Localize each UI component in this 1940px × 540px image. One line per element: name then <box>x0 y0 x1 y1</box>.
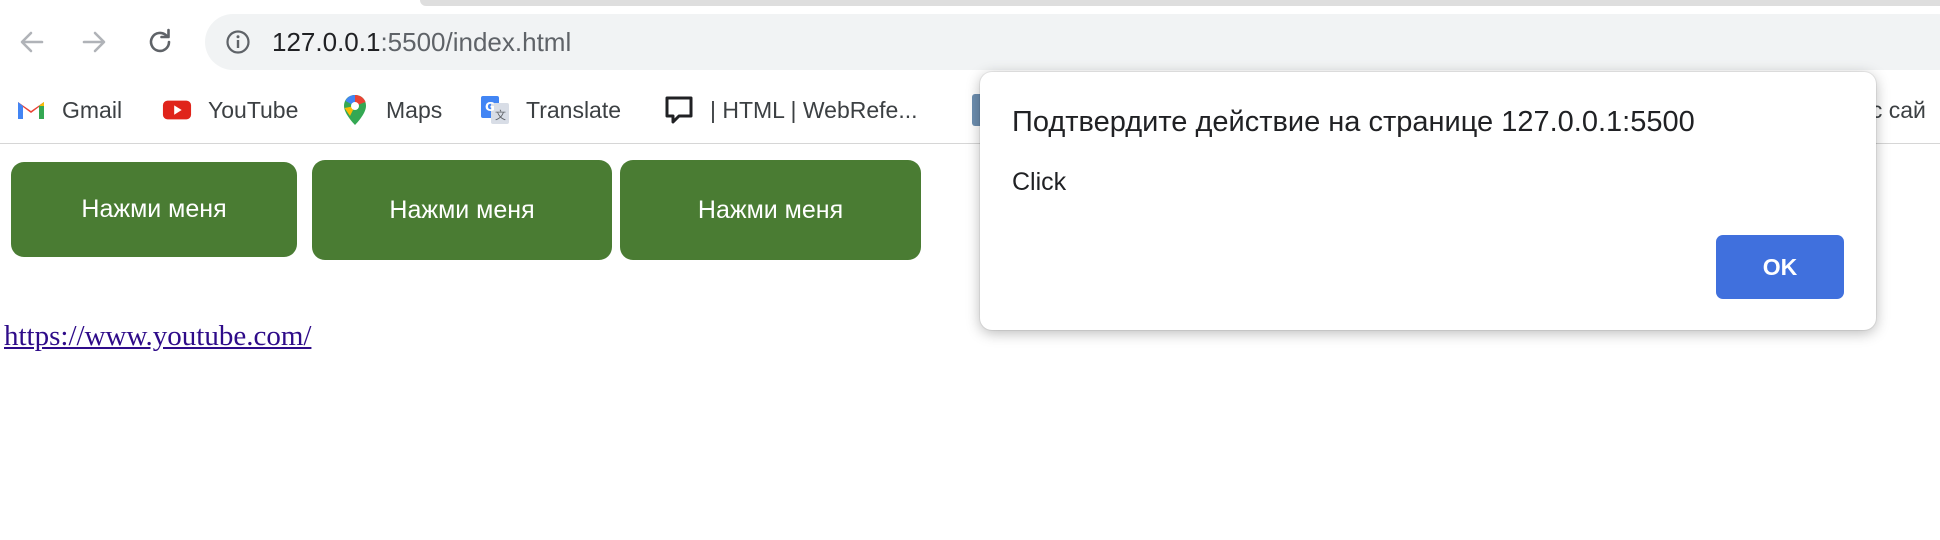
reload-icon <box>149 28 171 53</box>
svg-text:G: G <box>485 100 495 114</box>
comment-icon <box>664 95 694 125</box>
youtube-icon <box>162 95 192 125</box>
tab-strip-edge <box>420 0 1940 6</box>
url-text[interactable]: 127.0.0.1:5500/index.html <box>272 27 571 57</box>
bookmark-label: Translate <box>526 96 622 123</box>
youtube-link[interactable]: https://www.youtube.com/ <box>4 320 311 353</box>
reload-button[interactable] <box>140 22 180 62</box>
click-me-button-3[interactable]: Нажми меня <box>620 160 921 260</box>
url-host: 127.0.0.1 <box>272 27 381 57</box>
back-button[interactable] <box>12 22 52 62</box>
bookmark-gmail[interactable]: Gmail <box>16 88 122 132</box>
url-path: :5500/index.html <box>380 27 572 57</box>
dialog-title: Подтвердите действие на странице 127.0.0… <box>1012 106 1695 138</box>
arrow-left-icon <box>20 31 44 53</box>
info-icon[interactable] <box>225 29 251 55</box>
click-me-button-2[interactable]: Нажми меня <box>312 160 612 260</box>
arrow-right-icon <box>82 31 106 53</box>
bookmark-translate[interactable]: G 文 Translate <box>480 88 621 132</box>
bookmark-label: | HTML | WebRefe... <box>710 96 918 123</box>
bookmark-youtube[interactable]: YouTube <box>162 88 298 132</box>
dialog-message: Click <box>1012 168 1067 196</box>
maps-icon <box>340 95 370 125</box>
bookmark-maps[interactable]: Maps <box>340 88 442 132</box>
bookmark-label: Maps <box>386 96 443 123</box>
gmail-icon <box>16 95 46 125</box>
click-me-button-1[interactable]: Нажми меня <box>11 162 297 257</box>
forward-button[interactable] <box>74 22 114 62</box>
translate-icon: G 文 <box>480 95 510 125</box>
confirm-dialog: Подтвердите действие на странице 127.0.0… <box>980 72 1876 330</box>
bookmark-label: Gmail <box>62 96 123 123</box>
ok-button[interactable]: OK <box>1716 235 1844 299</box>
svg-text:文: 文 <box>495 108 506 122</box>
bookmark-label: YouTube <box>208 96 299 123</box>
bookmark-webref[interactable]: | HTML | WebRefe... <box>664 88 918 132</box>
address-bar[interactable]: 127.0.0.1:5500/index.html <box>205 14 1940 70</box>
